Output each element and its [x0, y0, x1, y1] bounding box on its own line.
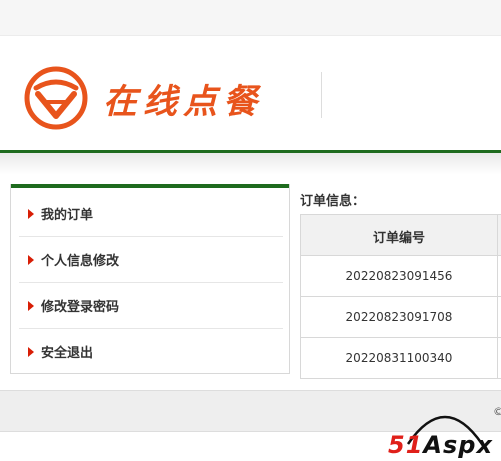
sidebar-item-logout[interactable]: 安全退出: [19, 328, 283, 374]
triangle-right-icon: [28, 347, 34, 357]
user-sidebar: 我的订单 个人信息修改 修改登录密码 安全退出: [10, 184, 290, 374]
orders-title: 订单信息：: [300, 194, 366, 209]
sidebar-item-label: 我的订单: [41, 208, 94, 223]
sidebar-item-change-password[interactable]: 修改登录密码: [19, 282, 283, 329]
sidebar-item-label: 个人信息修改: [41, 254, 120, 269]
triangle-right-icon: [28, 209, 34, 219]
column-divider: [497, 256, 498, 296]
top-strip: [0, 0, 501, 36]
sidebar-green-bar: [11, 184, 289, 188]
column-divider: [497, 215, 498, 255]
order-number-cell: 20220823091456: [345, 269, 453, 283]
sidebar-item-label: 修改登录密码: [41, 300, 120, 315]
table-row[interactable]: 20220831100340: [301, 338, 501, 379]
column-divider: [497, 338, 498, 378]
table-header-row: 订单编号: [301, 215, 501, 256]
table-row[interactable]: 20220823091456: [301, 256, 501, 297]
sidebar-item-edit-profile[interactable]: 个人信息修改: [19, 236, 283, 283]
order-number-cell: 20220831100340: [345, 351, 453, 365]
orders-table: 订单编号 20220823091456 20220823091708 20220…: [300, 214, 501, 379]
triangle-right-icon: [28, 255, 34, 265]
watermark-text-dark: Aspx: [423, 431, 493, 459]
header-shadow: [0, 153, 501, 175]
watermark-text: 51Aspx: [388, 431, 493, 459]
table-row[interactable]: 20220823091708: [301, 297, 501, 338]
restaurant-logo-icon: [24, 66, 88, 130]
order-number-cell: 20220823091708: [345, 310, 453, 324]
header-divider: [321, 72, 322, 118]
copyright-text: ©: [493, 405, 501, 418]
site-logo-text: 在线点餐: [103, 82, 263, 122]
sidebar-item-label: 安全退出: [41, 346, 94, 361]
sidebar-item-my-orders[interactable]: 我的订单: [19, 190, 283, 237]
column-divider: [497, 297, 498, 337]
triangle-right-icon: [28, 301, 34, 311]
column-header-order-number: 订单编号: [372, 231, 425, 246]
watermark-text-red: 51: [388, 431, 424, 459]
